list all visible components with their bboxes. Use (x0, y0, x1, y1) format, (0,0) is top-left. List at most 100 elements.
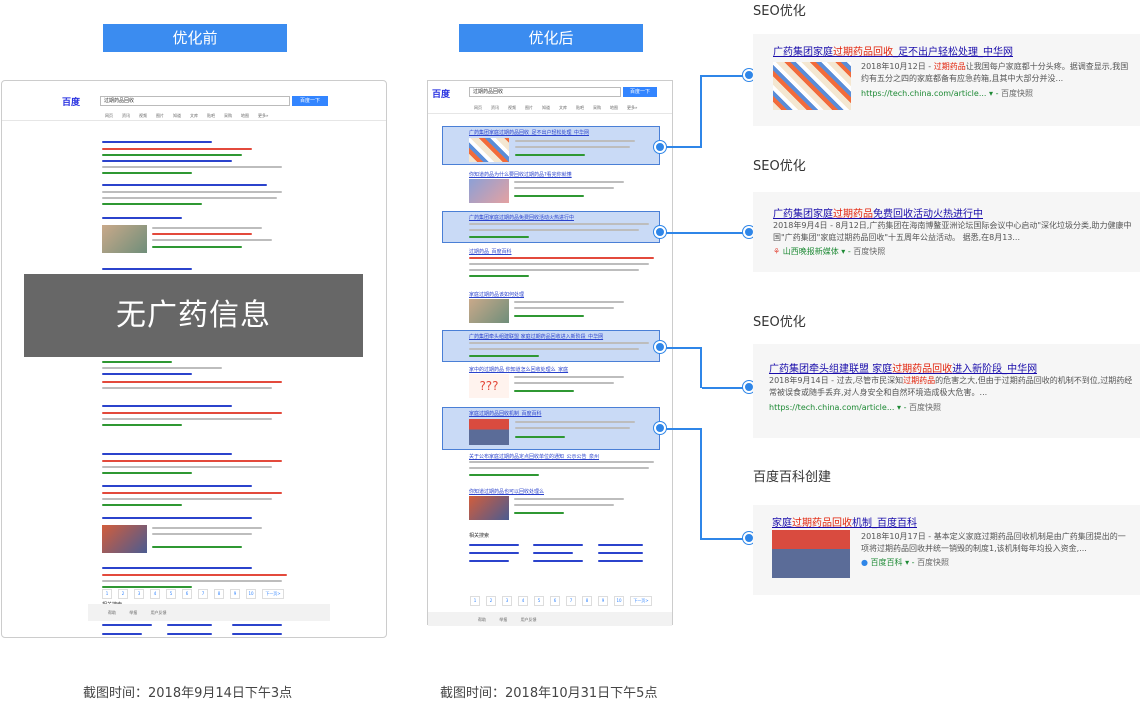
related-link[interactable] (533, 560, 583, 562)
result-title[interactable]: 过期药品_百度百科 (469, 248, 512, 255)
card-url[interactable]: https://tech.china.com/article... ▾ - 百度… (861, 88, 1033, 99)
tab-zhidao[interactable]: 知道 (173, 113, 181, 118)
page-6[interactable]: 6 (182, 589, 192, 599)
search-input[interactable]: 过期药品回收 (469, 87, 621, 97)
result-title[interactable] (102, 567, 252, 569)
snapshot-link[interactable]: 百度快照 (853, 247, 885, 256)
footer-feedback[interactable]: 用户反馈 (151, 610, 167, 615)
tab-wenku[interactable]: 文库 (190, 113, 198, 118)
related-link[interactable] (598, 552, 643, 554)
related-link[interactable] (167, 624, 212, 626)
tab-tieba[interactable]: 贴吧 (207, 113, 215, 118)
page-7[interactable]: 7 (198, 589, 208, 599)
page-10[interactable]: 10 (614, 596, 624, 606)
tab-web[interactable]: 网页 (105, 113, 113, 118)
page-2[interactable]: 2 (118, 589, 128, 599)
related-link[interactable] (533, 544, 583, 546)
highlighted-result[interactable]: 广药集团家庭过期药品免费回收活动火热进行中 (442, 211, 660, 243)
result-title[interactable]: 广药集团家庭过期药品免费回收活动火热进行中 (469, 214, 574, 221)
result-title[interactable] (102, 268, 192, 270)
tab-video[interactable]: 视频 (508, 105, 516, 110)
card-title[interactable]: 广药集团牵头组建联盟 家庭过期药品回收进入新阶段_中华网 (769, 360, 1037, 375)
card-url[interactable]: ⚘ 山西晚报新媒体 ▾ - 百度快照 (773, 246, 885, 257)
page-3[interactable]: 3 (134, 589, 144, 599)
related-link[interactable] (102, 624, 152, 626)
page-1[interactable]: 1 (102, 589, 112, 599)
next-page[interactable]: 下一页> (630, 596, 652, 606)
page-5[interactable]: 5 (534, 596, 544, 606)
search-button[interactable]: 百度一下 (292, 96, 328, 106)
search-button[interactable]: 百度一下 (623, 87, 657, 97)
page-1[interactable]: 1 (470, 596, 480, 606)
tab-zhidao[interactable]: 知道 (542, 105, 550, 110)
result-title[interactable] (102, 485, 252, 487)
tab-wenku[interactable]: 文库 (559, 105, 567, 110)
footer-report[interactable]: 举报 (499, 617, 507, 622)
tab-video[interactable]: 视频 (139, 113, 147, 118)
highlighted-result[interactable]: 广药集团牵头组建联盟 家庭过期药品回收进入新阶段_中华网 (442, 330, 660, 362)
result-title[interactable]: 家庭过期药品该如何处理 (469, 291, 524, 298)
result-title[interactable] (102, 405, 232, 407)
page-9[interactable]: 9 (598, 596, 608, 606)
result-title[interactable]: 家庭过期药品回收机制_百度百科 (469, 410, 542, 417)
tab-image[interactable]: 图片 (156, 113, 164, 118)
related-link[interactable] (232, 633, 282, 635)
result-title[interactable]: 家中的过期药品 你知道怎么回收处理么_家庭 (469, 366, 568, 373)
result-title[interactable] (102, 184, 267, 186)
tab-web[interactable]: 网页 (474, 105, 482, 110)
highlighted-result[interactable]: 广药集团家庭过期药品回收_足不出户轻松处理_中华网 (442, 126, 660, 165)
related-link[interactable] (167, 633, 212, 635)
snapshot-link[interactable]: 百度快照 (1001, 89, 1033, 98)
tab-news[interactable]: 资讯 (122, 113, 130, 118)
result-title[interactable]: 你知道药品为什么要回收过期药品?看完你就懂 (469, 171, 572, 178)
result-title[interactable] (102, 217, 182, 219)
footer-report[interactable]: 举报 (129, 610, 137, 615)
tab-news[interactable]: 资讯 (491, 105, 499, 110)
next-page[interactable]: 下一页> (262, 589, 284, 599)
result-title[interactable]: 关于公布家庭过期药品定点回收单位的通知_公示公告_泉州 (469, 453, 599, 460)
result-title[interactable] (102, 373, 192, 375)
card-url[interactable]: https://tech.china.com/article... ▾ - 百度… (769, 402, 941, 413)
result-title[interactable]: 广药集团家庭过期药品回收_足不出户轻松处理_中华网 (469, 129, 589, 136)
page-8[interactable]: 8 (214, 589, 224, 599)
page-4[interactable]: 4 (518, 596, 528, 606)
tab-map[interactable]: 地图 (610, 105, 618, 110)
page-3[interactable]: 3 (502, 596, 512, 606)
card-title[interactable]: 家庭过期药品回收机制_百度百科 (772, 514, 917, 529)
search-input[interactable]: 过期药品回收 (100, 96, 290, 106)
tab-caigou[interactable]: 采购 (224, 113, 232, 118)
result-title[interactable]: 广药集团牵头组建联盟 家庭过期药品回收进入新阶段_中华网 (469, 333, 603, 340)
card-title[interactable]: 广药集团家庭过期药品免费回收活动火热进行中 (773, 205, 983, 220)
result-title[interactable]: 你知道过期药品也可以回收处理么 (469, 488, 544, 495)
tab-image[interactable]: 图片 (525, 105, 533, 110)
tab-more[interactable]: 更多» (258, 113, 268, 118)
related-link[interactable] (469, 560, 509, 562)
related-link[interactable] (232, 624, 282, 626)
tab-caigou[interactable]: 采购 (593, 105, 601, 110)
page-9[interactable]: 9 (230, 589, 240, 599)
tab-map[interactable]: 地图 (241, 113, 249, 118)
related-link[interactable] (469, 552, 519, 554)
page-10[interactable]: 10 (246, 589, 256, 599)
result-title[interactable] (102, 141, 212, 143)
result-title[interactable] (102, 453, 232, 455)
footer-help[interactable]: 帮助 (108, 610, 116, 615)
snapshot-link[interactable]: 百度快照 (917, 558, 949, 567)
card-url[interactable]: ● 百度百科 ▾ - 百度快照 (861, 557, 949, 568)
related-link[interactable] (469, 544, 519, 546)
highlighted-result[interactable]: 家庭过期药品回收机制_百度百科 (442, 407, 660, 450)
tab-more[interactable]: 更多» (627, 105, 637, 110)
related-link[interactable] (533, 552, 573, 554)
footer-help[interactable]: 帮助 (478, 617, 486, 622)
related-link[interactable] (598, 544, 643, 546)
related-link[interactable] (102, 633, 142, 635)
page-8[interactable]: 8 (582, 596, 592, 606)
related-link[interactable] (598, 560, 643, 562)
snapshot-link[interactable]: 百度快照 (909, 403, 941, 412)
tab-tieba[interactable]: 贴吧 (576, 105, 584, 110)
page-2[interactable]: 2 (486, 596, 496, 606)
page-5[interactable]: 5 (166, 589, 176, 599)
page-6[interactable]: 6 (550, 596, 560, 606)
footer-feedback[interactable]: 用户反馈 (521, 617, 537, 622)
result-title[interactable] (102, 517, 252, 519)
